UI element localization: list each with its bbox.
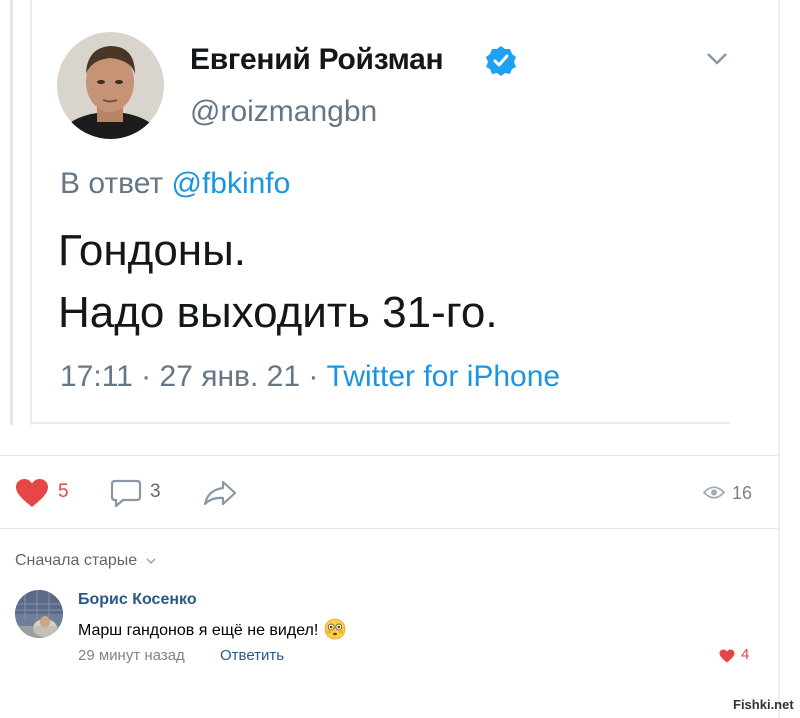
- divider: [0, 455, 780, 456]
- share-icon[interactable]: [202, 478, 238, 508]
- tweet-text-line: Гондоны.: [58, 226, 246, 275]
- comments-sort-dropdown[interactable]: Сначала старые: [15, 552, 156, 570]
- comment-icon[interactable]: [110, 478, 142, 508]
- quote-border: [10, 0, 13, 425]
- tweet-text: Гондоны. Надо выходить 31-го.: [58, 220, 498, 344]
- comment-text-content: Марш гандонов я ещё не видел!: [78, 622, 319, 639]
- chevron-down-icon: [146, 552, 156, 565]
- avatar-photo: [15, 590, 63, 638]
- sort-label: Сначала старые: [15, 552, 138, 569]
- quote-border-inner: [30, 0, 32, 425]
- author-name[interactable]: Евгений Ройзман: [190, 43, 444, 77]
- comment-timestamp[interactable]: 29 минут назад: [78, 647, 185, 664]
- tweet-timestamp: 17:11 · 27 янв. 21 ·: [60, 360, 327, 393]
- views-count: 16: [732, 483, 753, 503]
- author-avatar[interactable]: [57, 32, 164, 139]
- verified-badge-icon: [485, 45, 517, 77]
- heart-icon[interactable]: [15, 478, 49, 508]
- like-count: 5: [58, 481, 69, 502]
- tweet-source-link[interactable]: Twitter for iPhone: [327, 360, 560, 393]
- tweet-divider: [30, 422, 730, 424]
- comment-author-link[interactable]: Борис Косенко: [78, 591, 197, 609]
- comment-like-count: 4: [741, 646, 750, 663]
- reply-mention-link[interactable]: @fbkinfo: [171, 167, 290, 200]
- reply-to-line: В ответ @fbkinfo: [60, 167, 290, 201]
- tweet-text-line: Надо выходить 31-го.: [58, 288, 498, 337]
- comment-text: Марш гандонов я ещё не видел!: [78, 618, 346, 640]
- chevron-down-icon[interactable]: [706, 52, 728, 66]
- author-handle[interactable]: @roizmangbn: [190, 95, 377, 129]
- flushed-face-emoji-icon: [324, 618, 346, 640]
- comment-count: 3: [150, 481, 161, 502]
- comment-reply-button[interactable]: Ответить: [220, 647, 284, 664]
- reply-to-prefix: В ответ: [60, 167, 164, 200]
- avatar-photo: [57, 32, 164, 139]
- page-edge: [778, 0, 780, 718]
- commenter-avatar[interactable]: [15, 590, 63, 638]
- divider: [0, 528, 780, 529]
- heart-icon[interactable]: [719, 649, 735, 663]
- tweet-meta: 17:11 · 27 янв. 21 · Twitter for iPhone: [60, 360, 560, 394]
- watermark: Fishki.net: [733, 697, 794, 712]
- eye-icon: [702, 485, 726, 500]
